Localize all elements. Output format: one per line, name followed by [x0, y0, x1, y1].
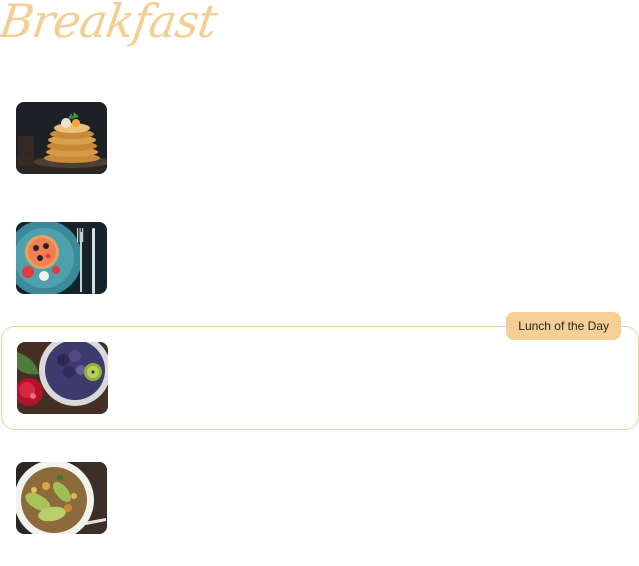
section-title: Breakfast [0, 0, 220, 48]
menu-item-2[interactable] [0, 222, 639, 326]
menu-item-1[interactable] [0, 102, 639, 206]
menu-item-image[interactable] [16, 222, 107, 294]
menu-item-image[interactable] [17, 342, 108, 414]
fruit-toast-image [16, 222, 107, 294]
menu-item-image[interactable] [16, 462, 107, 534]
menu-item-4[interactable] [0, 462, 639, 566]
pancake-stack-image [16, 102, 107, 174]
menu-item-3-featured[interactable]: Lunch of the Day [1, 312, 639, 430]
lunch-of-the-day-badge: Lunch of the Day [506, 312, 621, 340]
menu-item-image[interactable] [16, 102, 107, 174]
avocado-salad-image [16, 462, 107, 534]
berry-bowl-image [17, 342, 108, 414]
